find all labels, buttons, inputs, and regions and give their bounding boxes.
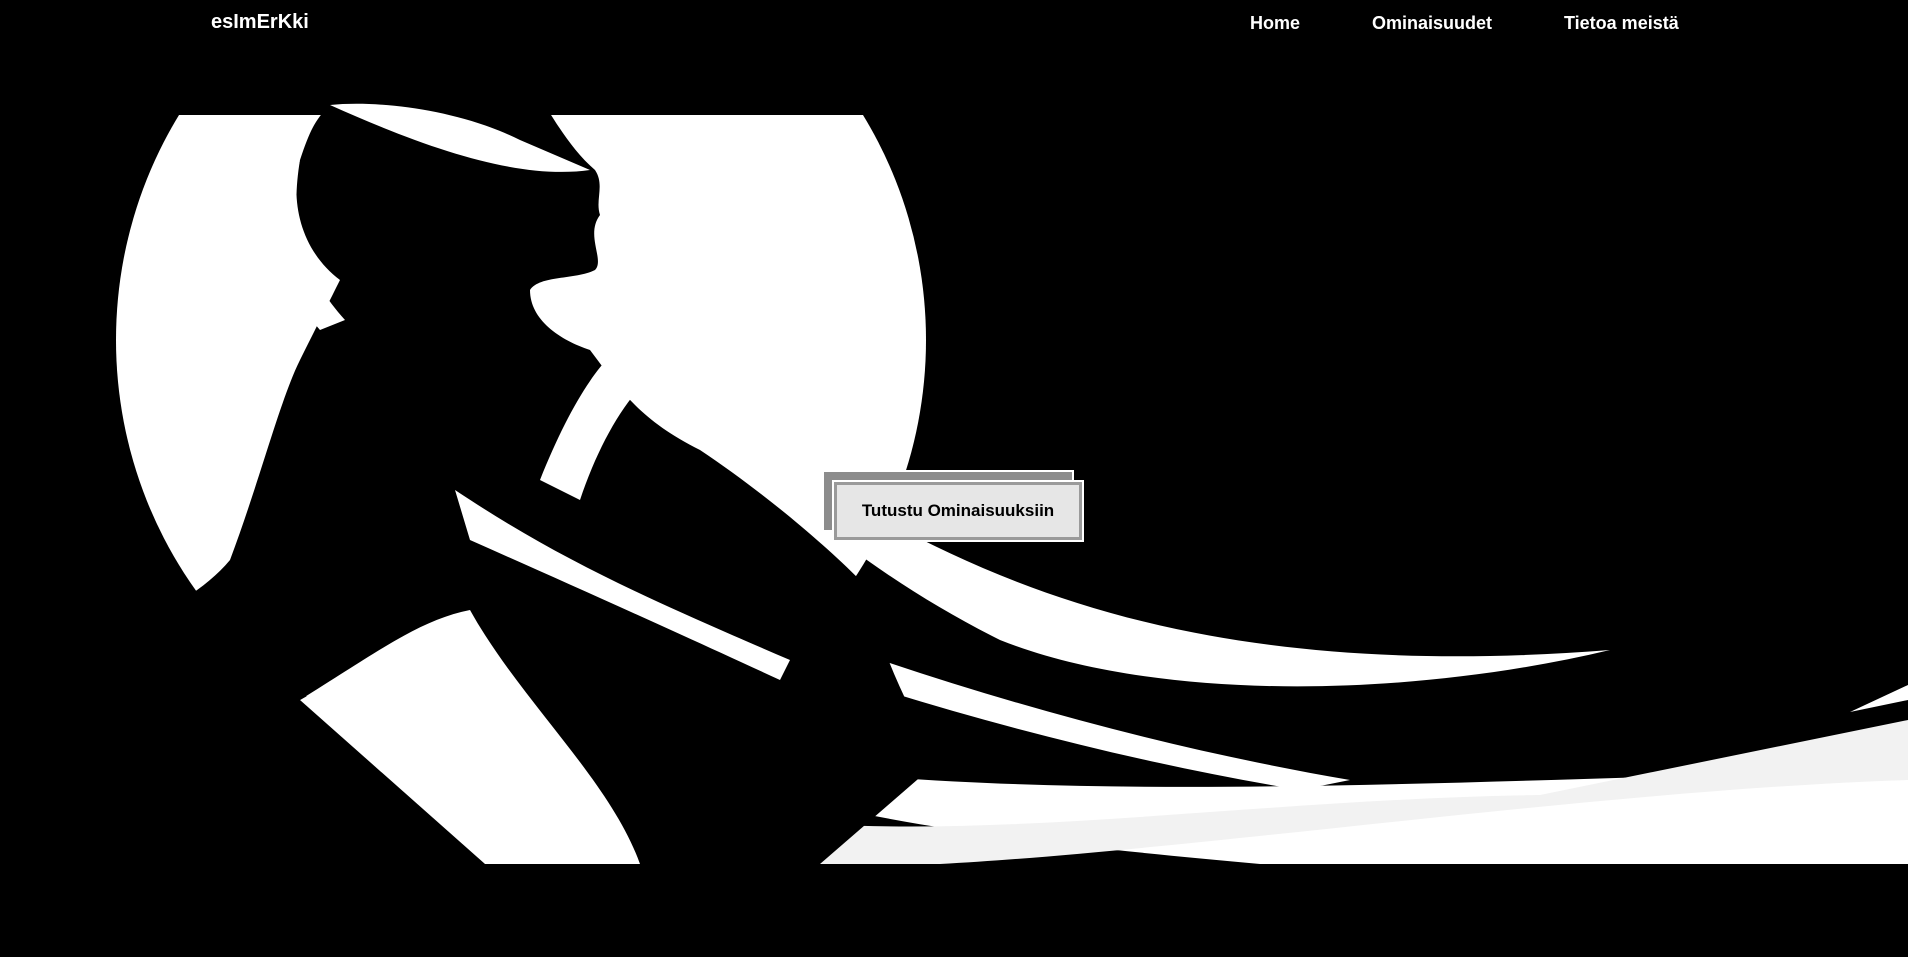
nav-link-tietoa-meista[interactable]: Tietoa meistä [1564, 12, 1679, 34]
cta-container: Tutustu Ominaisuuksiin [822, 470, 1084, 544]
nav-link-ominaisuudet[interactable]: Ominaisuudet [1372, 12, 1492, 34]
navbar: esImErKki Home Ominaisuudet Tietoa meist… [0, 0, 1908, 46]
brand-logo-link[interactable]: esImErKki [211, 10, 309, 34]
page: esImErKki Home Ominaisuudet Tietoa meist… [0, 0, 1908, 957]
explore-features-button[interactable]: Tutustu Ominaisuuksiin [832, 480, 1084, 542]
nav-link-home[interactable]: Home [1250, 12, 1300, 34]
